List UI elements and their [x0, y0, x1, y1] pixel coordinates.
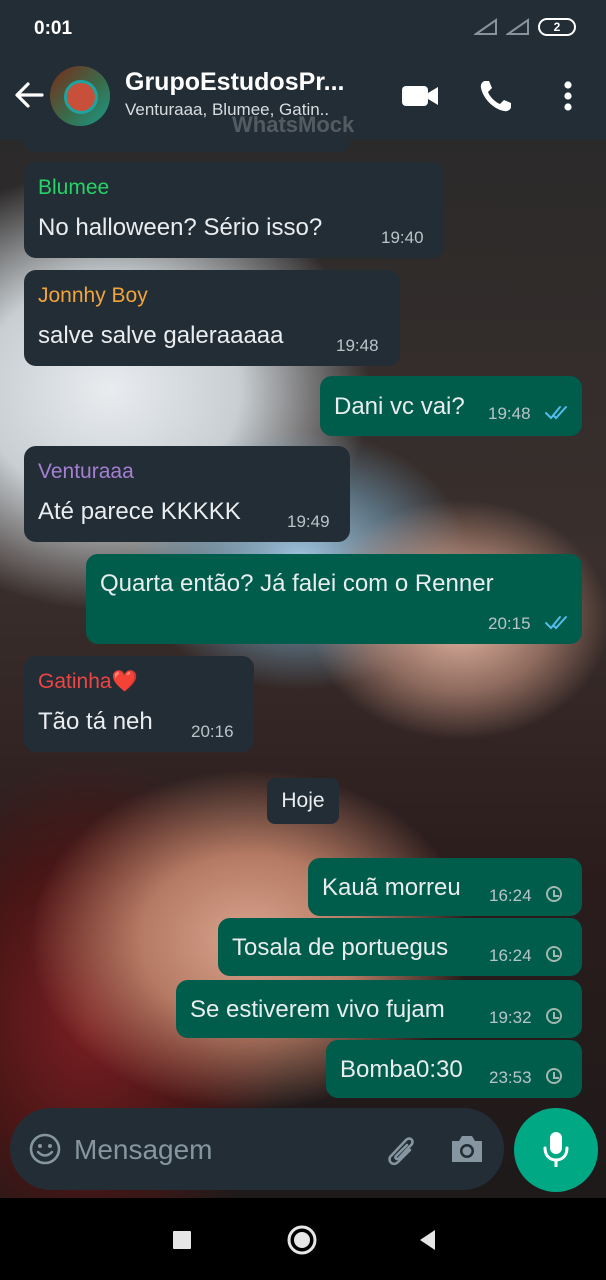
recents-icon[interactable]: [166, 1224, 198, 1256]
message-text: Se estiverem vivo fujam: [190, 996, 445, 1023]
message-bubble-outgoing[interactable]: Bomba0:30 23:53: [326, 1040, 582, 1098]
status-icons: 2: [474, 18, 576, 36]
group-avatar[interactable]: [50, 66, 110, 126]
message-bubble-incoming[interactable]: Gatinha❤️ Tão tá neh 20:16: [24, 656, 254, 752]
pending-clock-icon: [546, 1008, 562, 1024]
message-time: 16:24: [489, 946, 532, 965]
status-bar: 0:01 2: [0, 0, 606, 56]
phone-call-icon[interactable]: [476, 76, 516, 116]
message-time: 20:15: [488, 614, 531, 633]
message-time: 19:32: [489, 1008, 532, 1027]
message-time: 23:53: [489, 1068, 532, 1087]
battery-icon: 2: [538, 18, 576, 36]
message-bubble-partial: [24, 140, 350, 152]
back-triangle-icon[interactable]: [412, 1224, 444, 1256]
message-composer: [10, 1108, 504, 1190]
day-separator: Hoje: [267, 778, 339, 824]
sender-name: Blumee: [38, 176, 110, 199]
group-title[interactable]: GrupoEstudosPr...: [125, 68, 365, 97]
attach-icon[interactable]: [384, 1130, 420, 1170]
message-bubble-incoming[interactable]: Blumee No halloween? Sério isso? 19:40: [24, 162, 444, 258]
message-text: Kauã morreu: [322, 874, 461, 901]
watermark: WhatsMock: [232, 112, 355, 137]
message-bubble-outgoing[interactable]: Dani vc vai? 19:48: [320, 376, 582, 436]
message-bubble-outgoing[interactable]: Tosala de portuegus 16:24: [218, 918, 582, 976]
message-bubble-outgoing[interactable]: Quarta então? Já falei com o Renner 20:1…: [86, 554, 582, 644]
message-text: Dani vc vai?: [334, 393, 465, 420]
message-bubble-outgoing[interactable]: Se estiverem vivo fujam 19:32: [176, 980, 582, 1038]
status-time: 0:01: [34, 18, 73, 39]
message-text: Tão tá neh: [38, 708, 153, 735]
video-call-icon[interactable]: [400, 76, 440, 116]
message-bubble-outgoing[interactable]: Kauã morreu 16:24: [308, 858, 582, 916]
message-time: 19:48: [488, 404, 531, 423]
system-nav-bar: [0, 1198, 606, 1280]
message-text: Bomba0:30: [340, 1056, 463, 1083]
emoji-icon[interactable]: [28, 1132, 62, 1166]
message-text: Quarta então? Já falei com o Renner: [100, 570, 494, 597]
message-time: 16:24: [489, 886, 532, 905]
microphone-icon: [543, 1132, 569, 1167]
message-time: 19:40: [381, 228, 424, 247]
sender-name: Jonnhy Boy: [38, 284, 148, 307]
message-text: No halloween? Sério isso?: [38, 214, 323, 241]
pending-clock-icon: [546, 1068, 562, 1084]
voice-message-button[interactable]: [514, 1108, 598, 1192]
chat-area[interactable]: Blumee No halloween? Sério isso? 19:40 J…: [0, 140, 606, 1198]
message-text: Até parece KKKKK: [38, 498, 241, 525]
signal-icon: [474, 18, 497, 35]
read-receipt-icon: [545, 406, 567, 420]
message-bubble-incoming[interactable]: Jonnhy Boy salve salve galeraaaaa 19:48: [24, 270, 400, 366]
more-options-icon[interactable]: [550, 76, 586, 116]
camera-icon[interactable]: [448, 1132, 486, 1166]
message-text: salve salve galeraaaaa: [38, 322, 284, 349]
message-time: 19:49: [287, 512, 330, 531]
chat-header: GrupoEstudosPr... Venturaaa, Blumee, Gat…: [0, 56, 606, 140]
message-bubble-incoming[interactable]: Venturaaa Até parece KKKKK 19:49: [24, 446, 350, 542]
message-time: 19:48: [336, 336, 379, 355]
pending-clock-icon: [546, 946, 562, 962]
sender-name: Venturaaa: [38, 460, 134, 483]
signal-icon: [506, 18, 529, 35]
message-text: Tosala de portuegus: [232, 934, 449, 961]
read-receipt-icon: [545, 616, 567, 630]
pending-clock-icon: [546, 886, 562, 902]
message-input[interactable]: [74, 1132, 374, 1168]
back-arrow-icon[interactable]: [12, 78, 46, 112]
sender-name: Gatinha❤️: [38, 670, 138, 693]
home-icon[interactable]: [286, 1224, 318, 1256]
message-time: 20:16: [191, 722, 234, 741]
